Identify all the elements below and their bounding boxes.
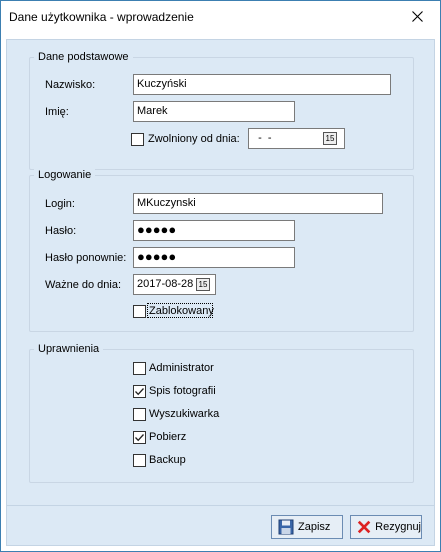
title-bar[interactable]: Dane użytkownika - wprowadzenie	[1, 1, 440, 31]
password-field[interactable]: ●●●●●	[133, 220, 295, 241]
password-repeat-label: Hasło ponownie:	[45, 252, 127, 264]
login-field[interactable]: MKuczynski	[133, 193, 383, 214]
cross-icon	[357, 520, 371, 534]
window-title: Dane użytkownika - wprowadzenie	[9, 10, 194, 24]
valid-until-calendar-button[interactable]: 15	[196, 278, 210, 291]
perm-search-label: Wyszukiwarka	[149, 408, 220, 420]
fired-checkbox[interactable]	[131, 133, 144, 146]
valid-until-label: Ważne do dnia:	[45, 279, 122, 291]
checkmark-icon	[135, 434, 144, 442]
login-group-title: Logowanie	[34, 169, 96, 181]
footer-separator	[7, 505, 434, 506]
first-name-field[interactable]: Marek	[133, 101, 295, 122]
fired-date-calendar-button[interactable]: 15	[323, 132, 337, 145]
basic-data-group-title: Dane podstawowe	[34, 51, 133, 63]
save-button[interactable]: Zapisz	[271, 515, 343, 539]
login-label: Login:	[45, 198, 75, 210]
save-button-label: Zapisz	[298, 521, 331, 533]
calendar-icon: 15	[325, 134, 335, 143]
close-button[interactable]	[394, 1, 440, 31]
cancel-button[interactable]: Rezygnuj	[350, 515, 422, 539]
perm-download-label: Pobierz	[149, 431, 187, 443]
password-label: Hasło:	[45, 225, 77, 237]
first-name-label: Imię:	[45, 106, 69, 118]
perm-photo-list-checkbox[interactable]	[133, 385, 146, 398]
fired-date-value: - -	[252, 132, 272, 144]
surname-label: Nazwisko:	[45, 79, 96, 91]
valid-until-value: 2017-08-28	[137, 278, 194, 290]
perm-administrator-checkbox[interactable]	[133, 362, 146, 375]
dialog-window: Dane użytkownika - wprowadzenie Dane pod…	[0, 0, 441, 552]
perm-search-checkbox[interactable]	[133, 408, 146, 421]
perm-backup-checkbox[interactable]	[133, 454, 146, 467]
password-repeat-field[interactable]: ●●●●●	[133, 247, 295, 268]
blocked-checkbox[interactable]	[133, 305, 146, 318]
permissions-group-title: Uprawnienia	[34, 343, 104, 355]
cancel-button-label: Rezygnuj	[375, 521, 421, 533]
perm-download-checkbox[interactable]	[133, 431, 146, 444]
blocked-focus-rect	[147, 303, 213, 318]
perm-photo-list-label: Spis fotografii	[149, 385, 216, 397]
dialog-client-area: Dane podstawowe Nazwisko: Kuczyński Imię…	[6, 39, 435, 546]
checkmark-icon	[135, 388, 144, 396]
floppy-icon	[278, 519, 294, 535]
permissions-group: Uprawnienia	[29, 343, 414, 483]
perm-backup-label: Backup	[149, 454, 186, 466]
surname-field[interactable]: Kuczyński	[133, 74, 391, 95]
fired-label: Zwolniony od dnia:	[148, 133, 240, 145]
calendar-icon: 15	[198, 280, 208, 289]
perm-administrator-label: Administrator	[149, 362, 214, 374]
close-icon	[411, 10, 423, 22]
